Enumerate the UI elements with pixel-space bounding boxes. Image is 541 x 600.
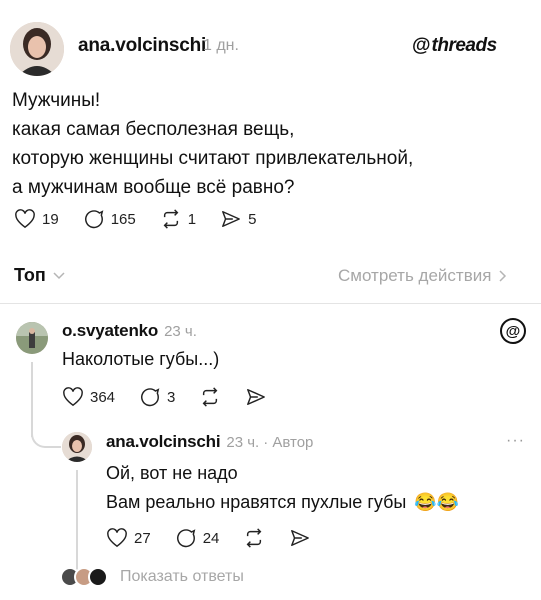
show-replies-button[interactable]: Показать ответы xyxy=(60,567,244,587)
reply-header: ana.volcinschi 23 ч. · Автор xyxy=(106,432,313,452)
send-icon xyxy=(247,389,266,405)
reply-timestamp: 23 ч. xyxy=(226,434,260,451)
chevron-down-icon xyxy=(53,271,65,279)
post-text-line: которую женщины считают привлекательной, xyxy=(12,148,414,169)
comment-header: o.svyatenko 23 ч. xyxy=(62,321,197,341)
comment-timestamp: 23 ч. xyxy=(164,323,197,340)
reply-author-name[interactable]: ana.volcinschi xyxy=(106,432,221,452)
show-replies-label: Показать ответы xyxy=(120,568,244,585)
reply-like-count: 27 xyxy=(134,529,151,547)
reply-avatars-stack xyxy=(60,567,108,587)
comment-author-name[interactable]: o.svyatenko xyxy=(62,321,158,341)
threads-logo-icon[interactable]: @ xyxy=(500,318,526,344)
reply-actions: 27 24 xyxy=(106,527,335,549)
threads-wordmark: threads xyxy=(431,35,498,56)
post-text-line: а мужчинам вообще всё равно? xyxy=(12,177,295,198)
heart-icon xyxy=(63,387,83,407)
heart-icon xyxy=(107,528,127,548)
post-reply-count: 165 xyxy=(110,210,136,228)
reply-thread-line xyxy=(76,470,78,570)
chevron-right-icon xyxy=(499,270,507,282)
repost-icon xyxy=(246,528,262,548)
comment-icon xyxy=(141,388,160,407)
thread-connector xyxy=(31,420,61,448)
comment-like-button[interactable]: 364 xyxy=(62,387,115,407)
laughing-emoji: 😂😂 xyxy=(414,492,460,512)
post-timestamp: 1 дн. xyxy=(203,37,239,54)
avatar xyxy=(88,567,108,587)
post-repost-button[interactable]: 1 xyxy=(160,209,196,229)
reply-author-avatar[interactable] xyxy=(62,432,92,462)
sort-dropdown[interactable]: Топ xyxy=(14,265,66,286)
comment-share-button[interactable] xyxy=(245,387,267,407)
comment-text: Наколотые губы...) xyxy=(62,349,220,369)
heart-icon xyxy=(15,209,35,229)
send-icon xyxy=(291,530,310,546)
post-reply-button[interactable]: 165 xyxy=(83,208,136,230)
reply-repost-button[interactable] xyxy=(243,528,265,548)
reply-share-button[interactable] xyxy=(289,528,311,548)
post-text-line: какая самая бесполезная вещь, xyxy=(12,119,295,140)
more-options-icon[interactable]: ··· xyxy=(506,432,525,450)
author-badge: · Автор xyxy=(263,434,314,451)
sort-label: Топ xyxy=(14,265,46,285)
comment-reply-count: 3 xyxy=(167,388,176,406)
send-icon xyxy=(222,211,240,227)
reply-text-line: Вам реально нравятся пухлые губы xyxy=(106,492,407,512)
comment-repost-button[interactable] xyxy=(199,387,221,407)
repost-icon xyxy=(202,387,218,407)
view-activity-link[interactable]: Смотреть действия xyxy=(338,266,508,286)
comment-icon xyxy=(84,210,104,229)
threads-logo-icon: @ xyxy=(412,35,431,56)
post-share-button[interactable]: 5 xyxy=(220,209,256,229)
post-share-count: 5 xyxy=(248,210,257,228)
reply-text-line-2: Вам реально нравятся пухлые губы 😂😂 xyxy=(106,488,459,517)
post-like-button[interactable]: 19 xyxy=(14,209,59,229)
reply-text-line: Ой, вот не надо xyxy=(106,463,238,483)
comment-like-count: 364 xyxy=(90,388,116,406)
comment-reply-button[interactable]: 3 xyxy=(139,386,175,408)
reply-like-button[interactable]: 27 xyxy=(106,528,151,548)
post-author-name[interactable]: ana.volcinschi xyxy=(78,35,206,57)
reply-reply-count: 24 xyxy=(202,529,220,547)
post-repost-count: 1 xyxy=(187,210,197,228)
post-actions: 19 165 1 5 xyxy=(14,208,280,230)
reply-reply-button[interactable]: 24 xyxy=(175,527,220,549)
divider xyxy=(0,303,541,304)
threads-brand: @ threads xyxy=(412,35,497,57)
comment-actions: 364 3 xyxy=(62,386,291,408)
repost-icon xyxy=(163,209,179,229)
comment-author-avatar[interactable] xyxy=(16,322,48,354)
post-body: Мужчины! какая самая бесполезная вещь, к… xyxy=(12,86,413,202)
post-text-line: Мужчины! xyxy=(12,90,101,111)
post-like-count: 19 xyxy=(42,210,59,228)
view-activity-label: Смотреть действия xyxy=(338,266,492,285)
post-author-avatar[interactable] xyxy=(10,22,64,76)
comment-icon xyxy=(176,529,196,548)
